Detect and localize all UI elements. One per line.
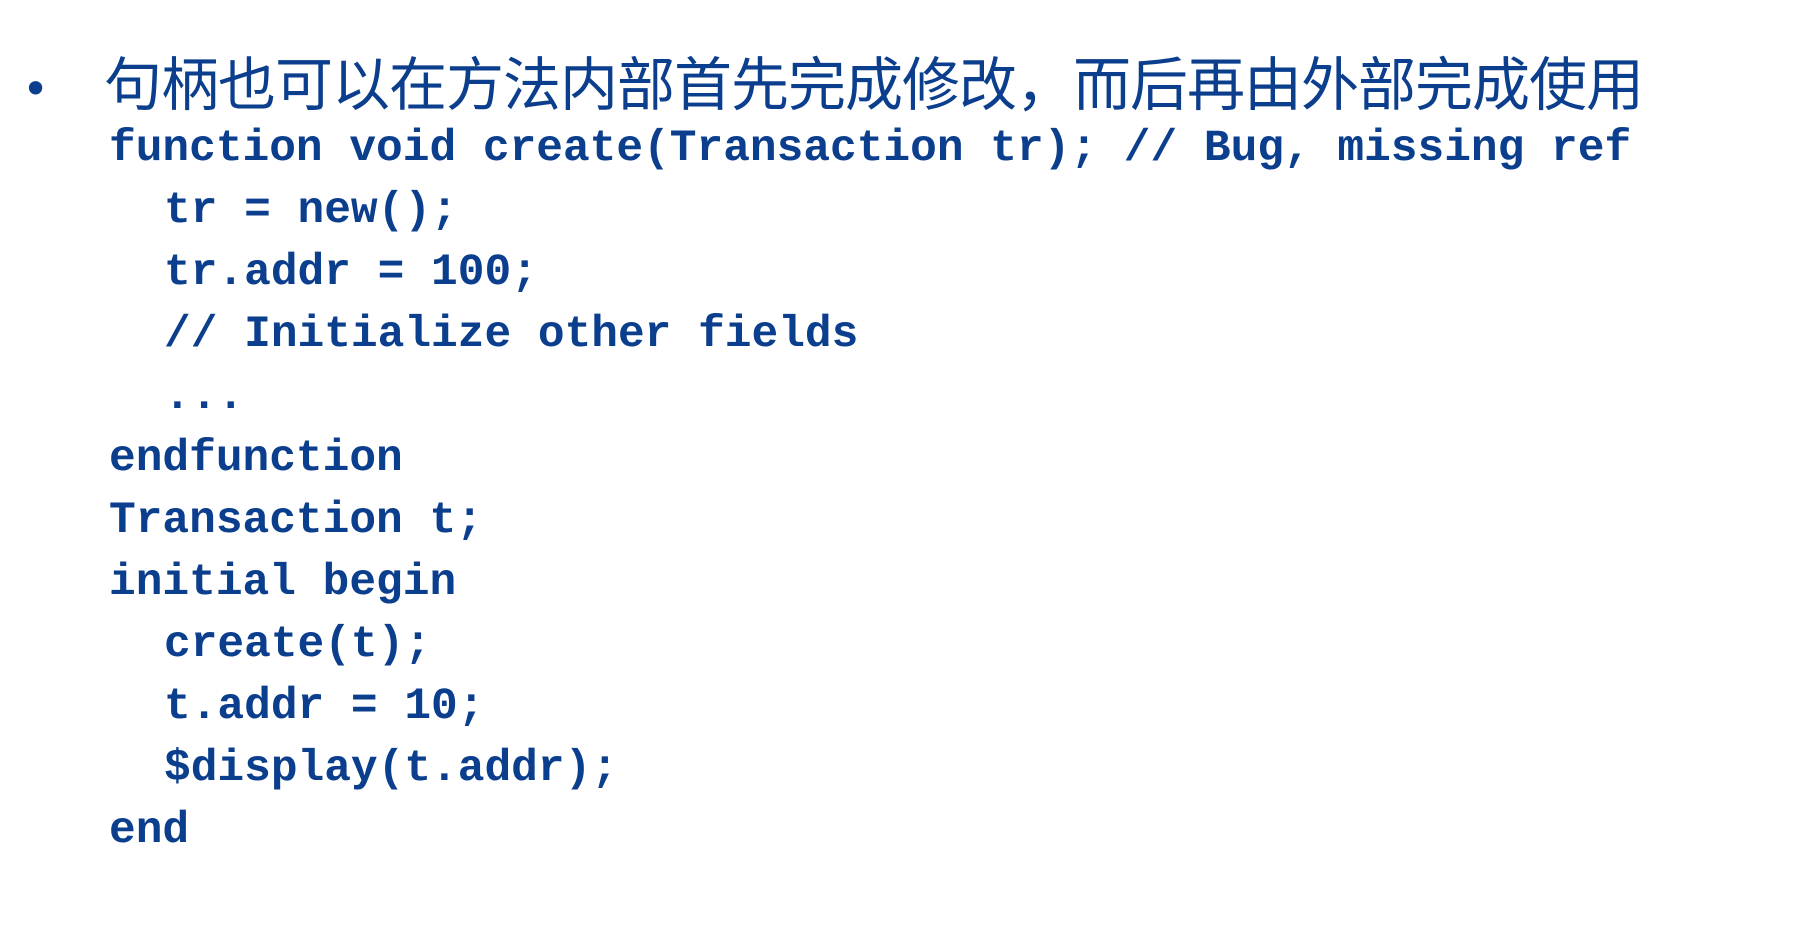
code-block: function void create(Transaction tr); //…: [109, 118, 1631, 862]
code-line: endfunction: [109, 434, 403, 484]
slide: • 句柄也可以在方法内部首先完成修改，而后再由外部完成使用 function v…: [0, 0, 1810, 944]
code-line: tr.addr = 100;: [164, 248, 538, 298]
code-line: // Initialize other fields: [164, 310, 859, 360]
code-line: $display(t.addr);: [164, 744, 618, 794]
code-line: tr = new();: [164, 186, 458, 236]
code-line: function void create(Transaction tr); //…: [109, 124, 1632, 174]
code-line: end: [109, 806, 190, 856]
code-line: ...: [164, 372, 245, 422]
bullet-text: 句柄也可以在方法内部首先完成修改，而后再由外部完成使用: [104, 51, 1644, 119]
code-line: Transaction t;: [109, 496, 483, 546]
code-line: t.addr = 10;: [164, 682, 485, 732]
code-line: create(t);: [164, 620, 432, 670]
code-line: initial begin: [109, 558, 457, 608]
bullet-marker: •: [22, 62, 50, 116]
bullet-point: • 句柄也可以在方法内部首先完成修改，而后再由外部完成使用: [22, 38, 1644, 122]
